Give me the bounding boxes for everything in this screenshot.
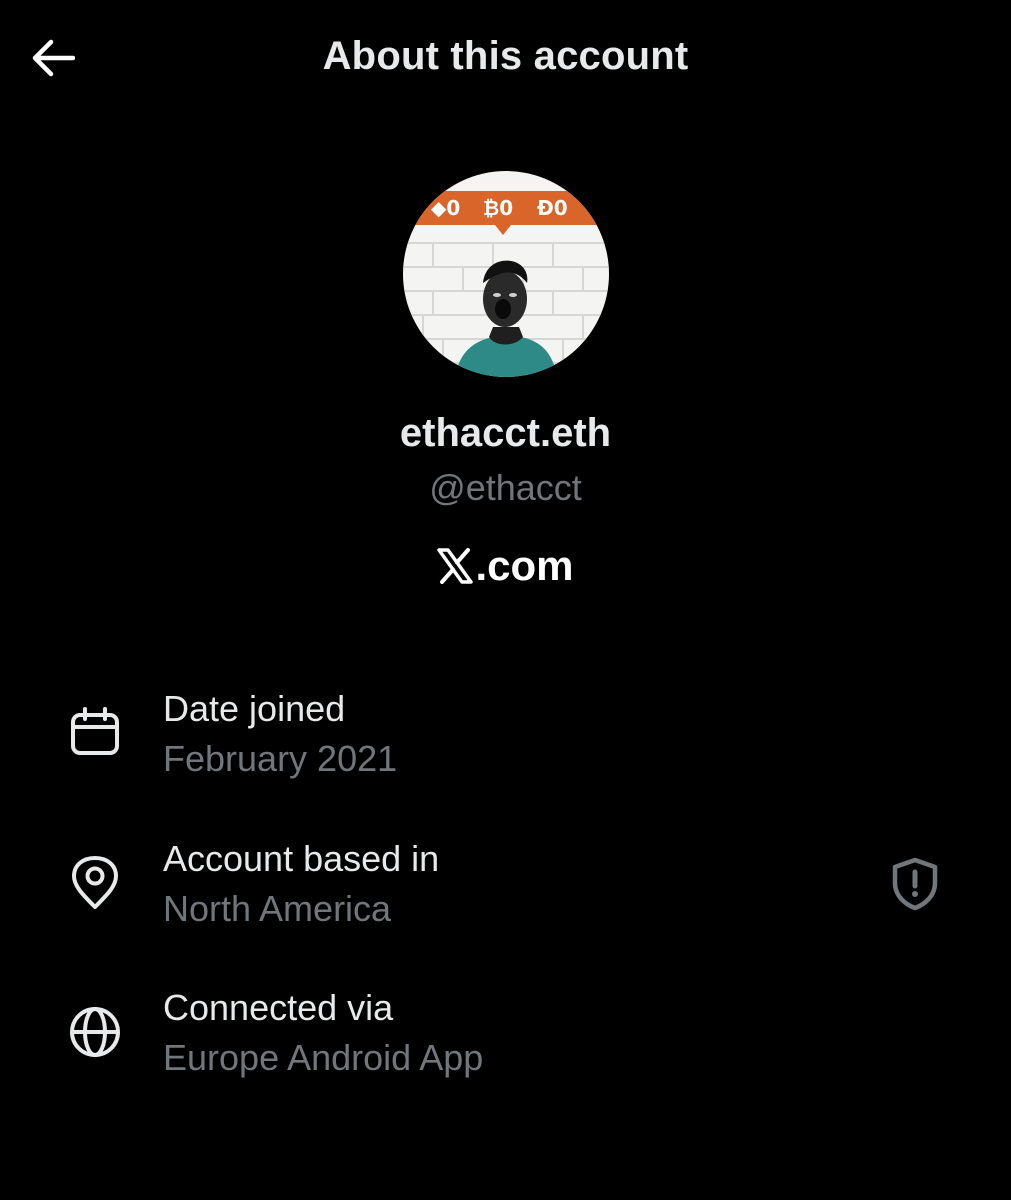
shield-alert-icon[interactable]	[887, 856, 943, 912]
detail-date-joined[interactable]: Date joined February 2021	[0, 688, 1011, 798]
detail-account-based-in[interactable]: Account based in North America	[0, 838, 1011, 948]
detail-value: Europe Android App	[163, 1037, 484, 1078]
globe-icon	[66, 1003, 124, 1061]
brand-suffix: .com	[475, 542, 574, 589]
brand-domain: .com	[0, 542, 1011, 590]
detail-label: Account based in	[163, 838, 440, 879]
location-pin-icon	[66, 854, 124, 912]
detail-connected-via[interactable]: Connected via Europe Android App	[0, 987, 1011, 1097]
avatar[interactable]: ◆0 ₿0 Đ0	[403, 171, 609, 377]
avatar-banner-eth: ◆0	[431, 196, 460, 220]
avatar-banner-doge: Đ0	[537, 196, 568, 220]
display-name: ethacct.eth	[399, 411, 612, 455]
detail-label: Date joined	[163, 688, 346, 729]
avatar-image: ◆0 ₿0 Đ0	[403, 171, 609, 377]
handle: @ethacct	[429, 467, 582, 508]
detail-value: North America	[163, 888, 392, 929]
detail-value: February 2021	[163, 738, 398, 779]
avatar-banner-btc: ₿0	[483, 196, 513, 220]
calendar-icon	[66, 704, 124, 762]
x-logo-icon	[437, 548, 474, 584]
detail-label: Connected via	[163, 987, 394, 1028]
page-title: About this account	[322, 34, 689, 78]
